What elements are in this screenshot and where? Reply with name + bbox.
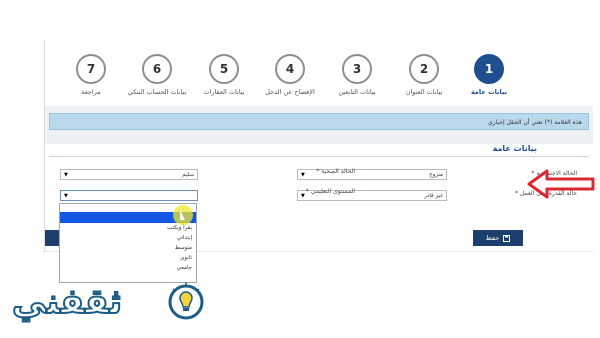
step-5-circle: 5: [209, 54, 239, 84]
education-level-select[interactable]: ▼: [60, 190, 198, 201]
dropdown-option[interactable]: جامعي: [60, 263, 196, 273]
save-button-label: حفظ: [485, 234, 500, 242]
dropdown-option[interactable]: متوسط: [60, 243, 196, 253]
chevron-down-icon: ▼: [301, 172, 305, 178]
marital-status-value: متزوج: [429, 172, 443, 178]
step-1-circle: 1: [474, 54, 504, 84]
red-arrow-icon: [527, 169, 595, 199]
step-6-circle: 6: [142, 54, 172, 84]
site-logo-text: ثقفني: [11, 281, 122, 323]
dropdown-option[interactable]: ثانوي: [60, 253, 196, 263]
section-divider: [49, 156, 589, 157]
chevron-down-icon: ▼: [64, 172, 68, 178]
wizard-steps: 1 بيانات عامة 2 بيانات العنوان 3 بيانات …: [45, 40, 593, 102]
save-button[interactable]: حفظ: [473, 230, 523, 246]
health-status-select[interactable]: سليم ▼: [60, 169, 198, 180]
step-7-circle: 7: [76, 54, 106, 84]
required-notice: هذه العلامة (*) تعني أن الحقل إجباري: [49, 113, 589, 130]
dropdown-option[interactable]: إبتدائي: [60, 233, 196, 243]
step-7-label: مراجعة: [81, 88, 101, 96]
dropdown-option[interactable]: يقرأ ويكتب: [60, 223, 196, 233]
work-ability-value: غير قادر: [424, 193, 443, 199]
step-4-circle: 4: [275, 54, 305, 84]
health-status-value: سليم: [182, 172, 194, 178]
step-3-circle: 3: [342, 54, 372, 84]
floppy-icon: [503, 234, 511, 242]
mouse-cursor-icon: [180, 210, 185, 220]
chevron-down-icon: ▼: [64, 193, 68, 199]
chevron-down-icon: ▼: [301, 193, 305, 199]
health-status-label: الحالة الصحية *: [316, 168, 355, 175]
section-title: بيانات عامة: [492, 144, 537, 153]
step-7[interactable]: 7 مراجعة: [51, 54, 131, 96]
education-level-label: المستوى التعليمي *: [305, 188, 355, 195]
step-2-circle: 2: [409, 54, 439, 84]
